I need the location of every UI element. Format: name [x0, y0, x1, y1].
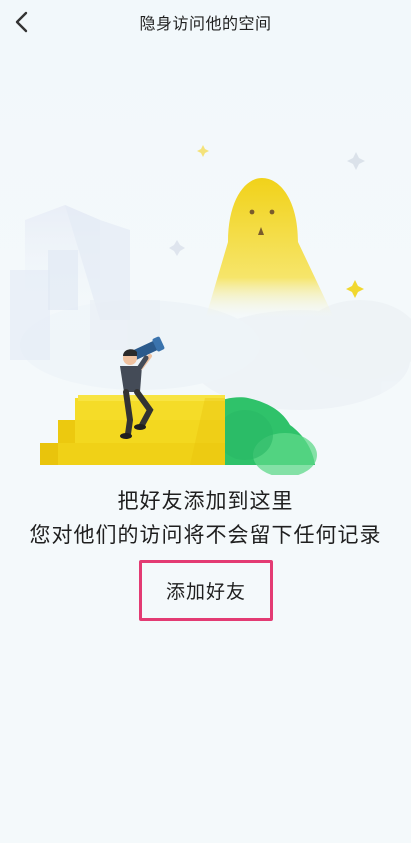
page-title: 隐身访问他的空间: [139, 14, 272, 33]
stairs: [40, 395, 225, 465]
top-bar: 隐身访问他的空间: [0, 0, 411, 44]
app-screen: 隐身访问他的空间 把好友添加到这里 您对他们的访问将不会留下任何记录 添加好友: [0, 0, 411, 843]
add-friend-button[interactable]: 添加好友: [142, 563, 270, 618]
empty-state-illustration: [10, 145, 411, 475]
empty-state-line1: 把好友添加到这里: [117, 489, 294, 513]
empty-state-line2: 您对他们的访问将不会留下任何记录: [29, 523, 382, 547]
ghost-figure: [205, 178, 335, 320]
